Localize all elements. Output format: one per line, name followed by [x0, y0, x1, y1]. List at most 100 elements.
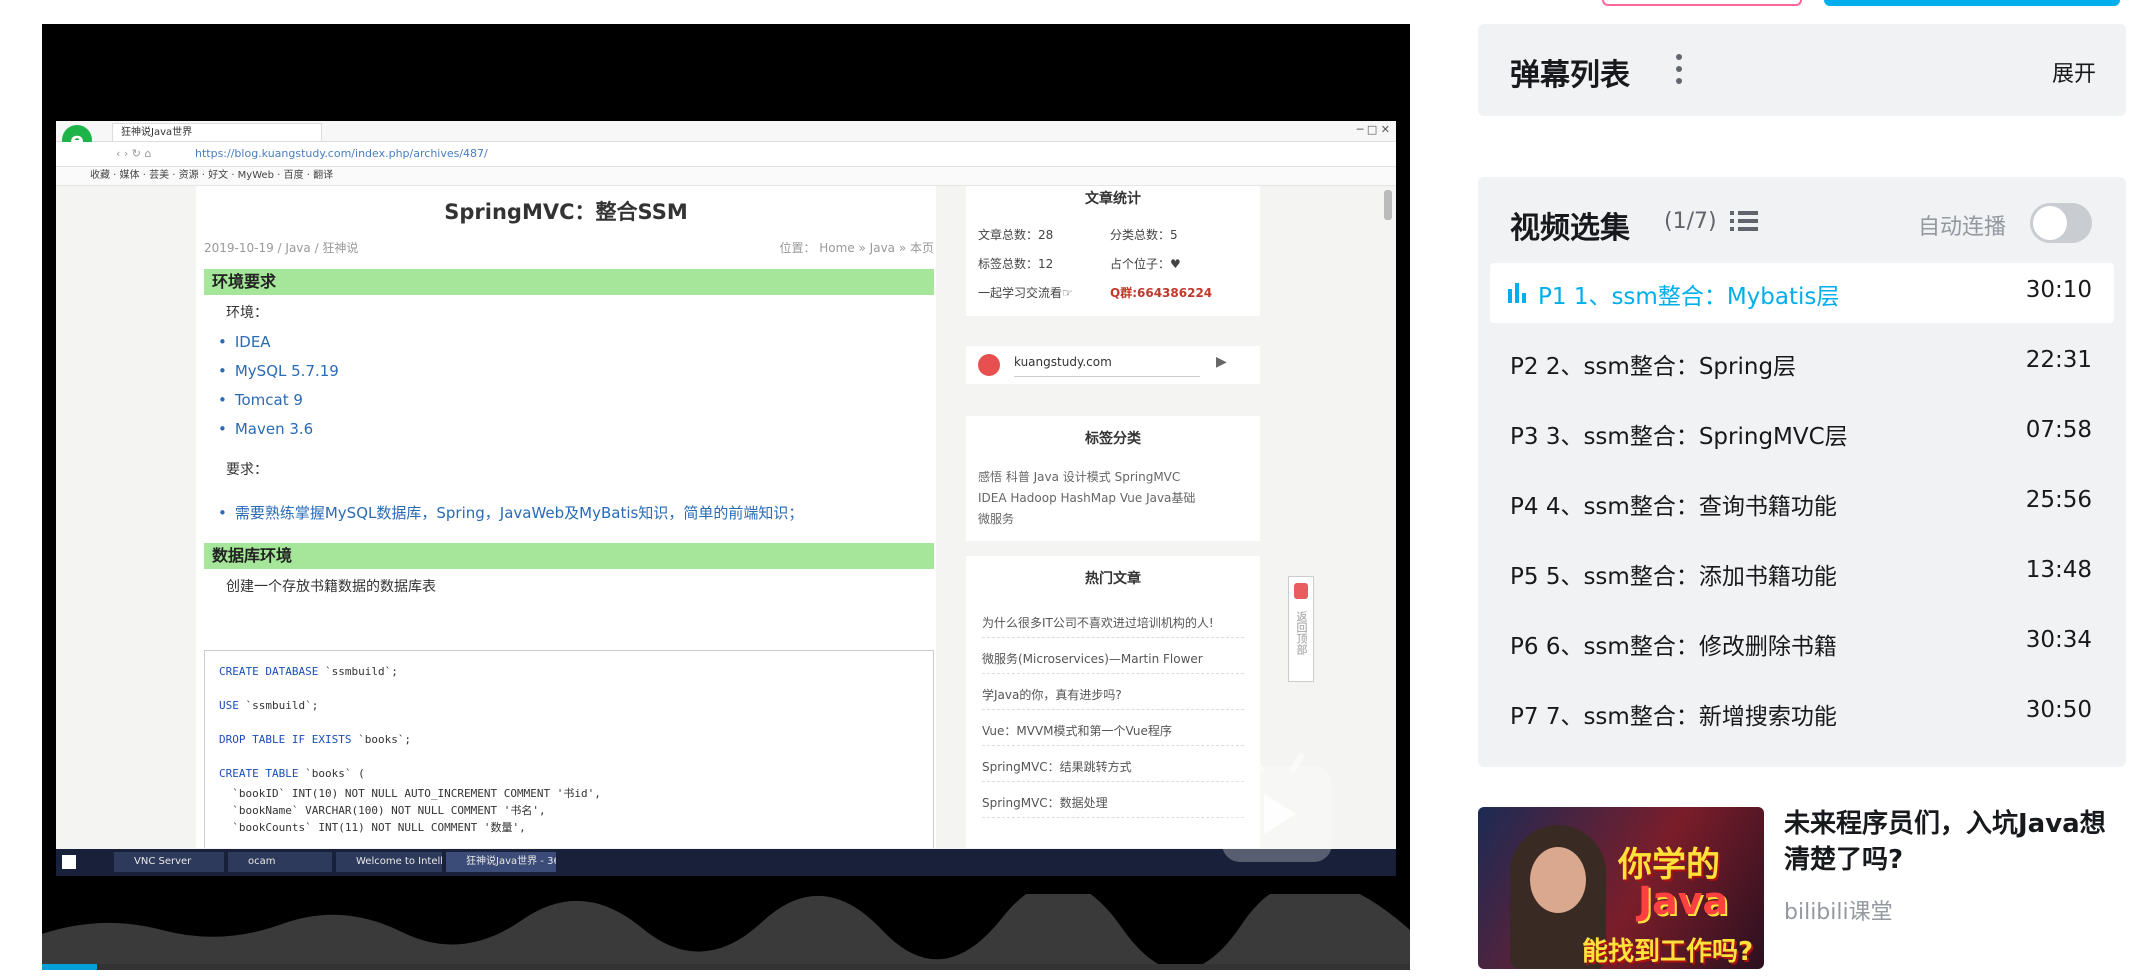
inner-tab-title: 狂神说Java世界 — [121, 127, 193, 138]
hot-link[interactable]: Vue：MVVM模式和第一个Vue程序 — [982, 722, 1244, 746]
stats-qq: Q群:664386224 — [1110, 286, 1213, 300]
recommend-author[interactable]: bilibili课堂 — [1784, 894, 1893, 926]
env-label: 环境： — [226, 305, 268, 321]
stats-slot-label: 占个位子： — [1110, 257, 1171, 271]
stats-title: 文章统计 — [1085, 191, 1141, 207]
code-block: CREATE DATABASE `ssmbuild`; USE `ssmbuil… — [204, 650, 934, 848]
more-options-icon[interactable] — [1674, 54, 1682, 86]
episode-item[interactable]: P2 2、ssm整合：Spring层 22:31 — [1490, 333, 2114, 393]
code-keyword: DROP TABLE IF EXISTS — [219, 733, 352, 746]
search-input[interactable]: kuangstudy.com — [1014, 352, 1200, 377]
stats-categories: 分类总数：5 — [1110, 228, 1178, 242]
autoplay-toggle[interactable] — [2030, 203, 2092, 243]
tags-widget: 标签分类 感悟 科普 Java 设计模式 SpringMVC IDEA Hado… — [966, 416, 1260, 541]
list-item: MySQL 5.7.19 — [218, 362, 339, 380]
taskbar-item: VNC Server — [114, 852, 224, 872]
article-title: SpringMVC：整合SSM — [444, 200, 688, 224]
video-player[interactable]: 狂神说Java世界 ─ □ ✕ e ‹ › ↻ ⌂ https://blog.k… — [42, 24, 1410, 970]
hot-link[interactable]: 微服务(Microservices)—Martin Flower — [982, 650, 1244, 674]
recommend-title[interactable]: 未来程序员们，入坑Java想清楚了吗? — [1784, 806, 2124, 878]
inner-bookmarks: 收藏 · 媒体 · 芸美 · 资源 · 好文 · MyWeb · 百度 · 翻译 — [90, 170, 334, 181]
playing-icon — [1508, 283, 1530, 303]
play-small-icon[interactable]: ▶ — [1216, 354, 1227, 370]
episode-duration: 30:34 — [2025, 627, 2092, 653]
code-text: `books`; — [351, 733, 412, 746]
hot-link[interactable]: SpringMVC：数据处理 — [982, 794, 1244, 818]
inner-taskbar: VNC Server ocam Welcome to IntelliJ ... … — [56, 849, 1396, 876]
code-keyword: CREATE DATABASE — [219, 665, 319, 678]
code-line: DROP TABLE IF EXISTS `books`; — [219, 733, 411, 746]
inner-bookmarks-bar: 收藏 · 媒体 · 芸美 · 资源 · 好文 · MyWeb · 百度 · 翻译 — [56, 167, 1396, 186]
tags-title: 标签分类 — [1085, 431, 1141, 447]
episode-duration: 25:56 — [2025, 487, 2092, 513]
inner-scrollbar — [1384, 190, 1392, 220]
req-label: 要求： — [226, 462, 268, 478]
episode-duration: 30:10 — [2025, 277, 2092, 303]
stats-group: 一起学习交流看☞ — [978, 286, 1073, 300]
episode-label: P7 7、ssm整合：新增搜索功能 — [1510, 704, 1837, 730]
episode-item[interactable]: P1 1、ssm整合：Mybatis层 30:10 — [1490, 263, 2114, 323]
article-meta: 2019-10-19 / Java / 狂神说 — [204, 241, 359, 255]
episode-item[interactable]: P6 6、ssm整合：修改删除书籍 30:34 — [1490, 613, 2114, 673]
recommend-thumbnail[interactable]: 你学的 Java 能找到工作吗? — [1478, 807, 1764, 969]
back-to-top-label: 返回顶部 — [1295, 611, 1308, 655]
hot-link[interactable]: 学Java的你，真有进步吗? — [982, 686, 1244, 710]
episode-list-title: 视频选集 — [1510, 211, 1630, 246]
thumbnail-face — [1530, 847, 1586, 913]
code-text: `books` ( — [298, 767, 365, 780]
nav-arrows-icon: ‹ › ↻ ⌂ — [116, 147, 152, 160]
back-to-top-icon — [1294, 583, 1308, 599]
episode-label: P2 2、ssm整合：Spring层 — [1510, 354, 1797, 380]
windows-start-icon — [62, 855, 76, 869]
code-line: `bookName` VARCHAR(100) NOT NULL COMMENT… — [219, 804, 546, 817]
taskbar-item: 狂神说Java世界 - 36... — [446, 852, 556, 872]
code-keyword: USE — [219, 699, 239, 712]
episode-item[interactable]: P7 7、ssm整合：新增搜索功能 30:50 — [1490, 683, 2114, 743]
window-controls-icon: ─ □ ✕ — [1356, 123, 1390, 136]
inner-url: https://blog.kuangstudy.com/index.php/ar… — [195, 147, 488, 160]
tags-line: IDEA Hadoop HashMap Vue Java基础 — [978, 491, 1196, 505]
inner-address-bar: ‹ › ↻ ⌂ https://blog.kuangstudy.com/inde… — [56, 142, 1396, 167]
thumbnail-caption: 能找到工作吗? — [1582, 937, 1754, 967]
episode-label: P4 4、ssm整合：查询书籍功能 — [1510, 494, 1837, 520]
danmaku-title: 弹幕列表 — [1510, 58, 1630, 93]
thumbnail-caption: Java — [1638, 879, 1729, 923]
list-item: Maven 3.6 — [218, 420, 313, 438]
play-button[interactable] — [1222, 751, 1332, 862]
code-keyword: CREATE TABLE — [219, 767, 299, 780]
hot-link[interactable]: 为什么很多IT公司不喜欢进过培训机构的人! — [982, 614, 1244, 638]
episode-duration: 13:48 — [2025, 557, 2092, 583]
episode-label: P6 6、ssm整合：修改删除书籍 — [1510, 634, 1837, 660]
inner-browser-tab: 狂神说Java世界 — [112, 123, 322, 141]
autoplay-label: 自动连播 — [1918, 215, 2007, 240]
danmaku-expand-button[interactable]: 展开 — [2052, 56, 2096, 88]
charge-button-edge[interactable] — [1824, 0, 2120, 6]
episode-item[interactable]: P5 5、ssm整合：添加书籍功能 13:48 — [1490, 543, 2114, 603]
follow-button-edge[interactable] — [1602, 0, 1802, 6]
episode-duration: 30:50 — [2025, 697, 2092, 723]
progress-bar[interactable] — [42, 964, 1410, 970]
episode-label: P3 3、ssm整合：SpringMVC层 — [1510, 424, 1848, 450]
episode-label: P1 1、ssm整合：Mybatis层 — [1538, 284, 1840, 310]
code-line: USE `ssmbuild`; — [219, 699, 318, 712]
search-widget: kuangstudy.com ▶ — [966, 346, 1260, 384]
episode-item[interactable]: P3 3、ssm整合：SpringMVC层 07:58 — [1490, 403, 2114, 463]
taskbar-item: ocam — [228, 852, 332, 872]
section-heading-db: 数据库环境 — [204, 543, 934, 569]
episode-label: P5 5、ssm整合：添加书籍功能 — [1510, 564, 1837, 590]
hot-widget: 热门文章 为什么很多IT公司不喜欢进过培训机构的人! 微服务(Microserv… — [966, 556, 1260, 848]
episode-item[interactable]: P4 4、ssm整合：查询书籍功能 25:56 — [1490, 473, 2114, 533]
list-view-icon[interactable] — [1730, 211, 1758, 235]
back-to-top-button[interactable]: 返回顶部 — [1288, 576, 1314, 682]
tags-line: 感悟 科普 Java 设计模式 SpringMVC — [978, 470, 1181, 484]
stats-articles: 文章总数：28 — [978, 228, 1054, 242]
hot-link[interactable]: SpringMVC：结果跳转方式 — [982, 758, 1244, 782]
tags-line: 微服务 — [978, 512, 1015, 526]
article-breadcrumb: 位置： Home » Java » 本页 — [779, 241, 934, 255]
weibo-icon — [978, 354, 1000, 376]
code-line: CREATE DATABASE `ssmbuild`; — [219, 665, 398, 678]
code-line: CREATE TABLE `books` ( — [219, 767, 365, 780]
hot-title: 热门文章 — [1085, 571, 1141, 587]
audio-waveform — [42, 894, 1410, 964]
video-frame: 狂神说Java世界 ─ □ ✕ e ‹ › ↻ ⌂ https://blog.k… — [56, 121, 1396, 876]
